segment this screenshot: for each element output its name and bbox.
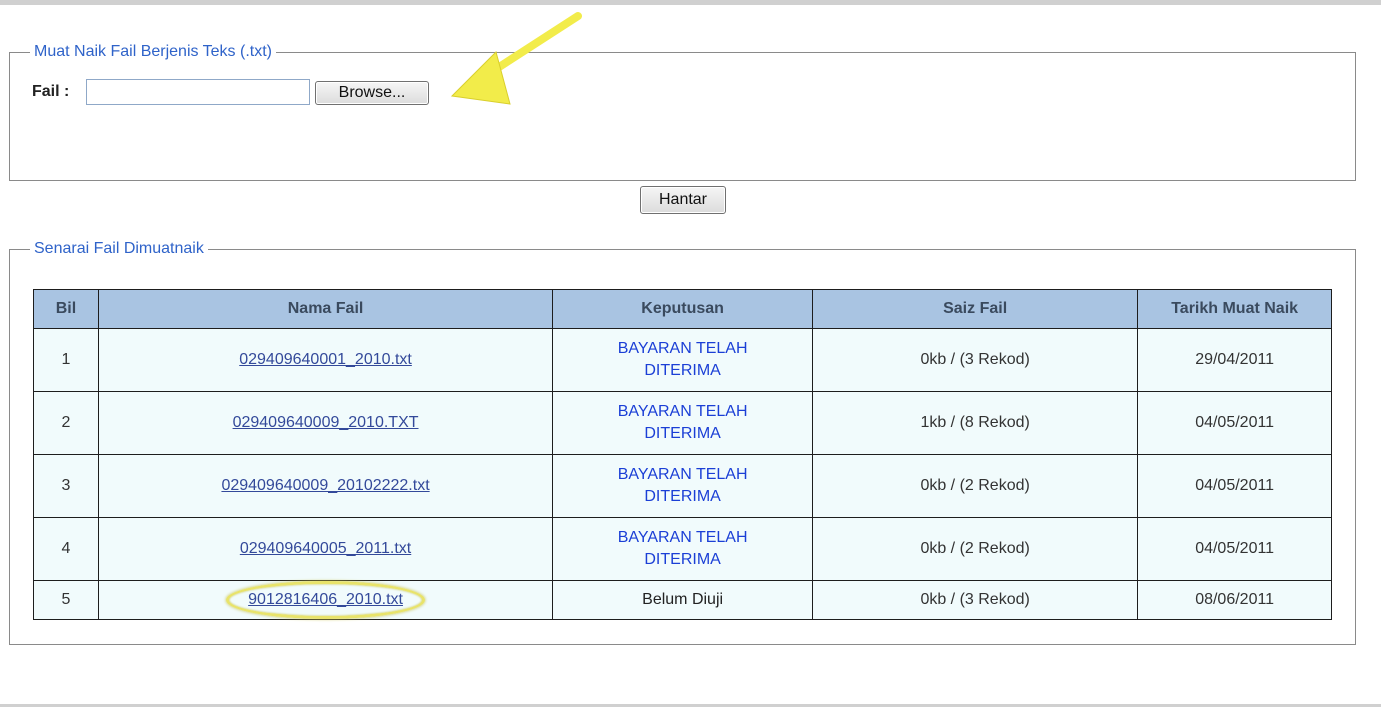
- upload-legend: Muat Naik Fail Berjenis Teks (.txt): [34, 43, 272, 60]
- upload-date: 29/04/2011: [1137, 328, 1332, 392]
- upload-date: 04/05/2011: [1137, 517, 1332, 581]
- status-cell: BAYARAN TELAH DITERIMA: [552, 454, 813, 518]
- row-number: 5: [33, 580, 99, 620]
- upload-date: 04/05/2011: [1137, 391, 1332, 455]
- column-header-tarikh: Tarikh Muat Naik: [1137, 289, 1332, 329]
- top-border: [0, 0, 1381, 5]
- status-cell: BAYARAN TELAH DITERIMA: [552, 391, 813, 455]
- column-header-saiz-fail: Saiz Fail: [811, 289, 1139, 329]
- column-header-keputusan: Keputusan: [552, 289, 813, 329]
- file-name-cell: 029409640001_2010.txt: [97, 328, 554, 392]
- annotation-circle-highlight: [226, 581, 425, 619]
- row-number: 4: [33, 517, 99, 581]
- status-text: Belum Diuji: [642, 591, 724, 608]
- status-text: BAYARAN TELAH DITERIMA: [617, 340, 748, 379]
- file-link[interactable]: 029409640001_2010.txt: [239, 351, 412, 368]
- column-header-bil: Bil: [33, 289, 99, 329]
- file-link[interactable]: 029409640009_20102222.txt: [221, 477, 429, 494]
- table-row: 2 029409640009_2010.TXT BAYARAN TELAH DI…: [33, 391, 1332, 455]
- table-row: 3 029409640009_20102222.txt BAYARAN TELA…: [33, 454, 1332, 518]
- upload-fieldset: Muat Naik Fail Berjenis Teks (.txt): [9, 43, 1356, 181]
- status-text: BAYARAN TELAH DITERIMA: [617, 529, 748, 568]
- column-header-nama-fail: Nama Fail: [97, 289, 554, 329]
- uploaded-files-legend: Senarai Fail Dimuatnaik: [34, 240, 204, 257]
- file-size: 0kb / (2 Rekod): [811, 517, 1139, 581]
- row-number: 1: [33, 328, 99, 392]
- row-number: 3: [33, 454, 99, 518]
- annotation-arrow-icon: [450, 12, 582, 105]
- table-row: 1 029409640001_2010.txt BAYARAN TELAH DI…: [33, 328, 1332, 392]
- file-link[interactable]: 029409640009_2010.TXT: [233, 414, 419, 431]
- status-cell: BAYARAN TELAH DITERIMA: [552, 328, 813, 392]
- file-name-cell: 029409640005_2011.txt: [97, 517, 554, 581]
- browse-button[interactable]: Browse...: [315, 81, 429, 105]
- upload-date: 04/05/2011: [1137, 454, 1332, 518]
- status-text: BAYARAN TELAH DITERIMA: [617, 403, 748, 442]
- file-link[interactable]: 029409640005_2011.txt: [240, 540, 411, 557]
- status-cell: BAYARAN TELAH DITERIMA: [552, 517, 813, 581]
- hantar-submit-button[interactable]: Hantar: [640, 186, 726, 214]
- table-row: 5 9012816406_2010.txt Belum Diuji 0kb / …: [33, 580, 1332, 620]
- file-path-input[interactable]: [86, 79, 310, 105]
- uploaded-files-table: Bil Nama Fail Keputusan Saiz Fail Tarikh…: [33, 289, 1332, 620]
- file-size: 0kb / (3 Rekod): [811, 328, 1139, 392]
- status-cell: Belum Diuji: [552, 580, 813, 620]
- row-number: 2: [33, 391, 99, 455]
- file-name-cell: 029409640009_2010.TXT: [97, 391, 554, 455]
- table-header-row: Bil Nama Fail Keputusan Saiz Fail Tarikh…: [33, 289, 1332, 329]
- file-size: 1kb / (8 Rekod): [811, 391, 1139, 455]
- file-size: 0kb / (2 Rekod): [811, 454, 1139, 518]
- file-label: Fail :: [32, 83, 70, 100]
- file-name-cell: 029409640009_20102222.txt: [97, 454, 554, 518]
- highlighted-file-wrapper: 9012816406_2010.txt: [226, 581, 425, 619]
- table-row: 4 029409640005_2011.txt BAYARAN TELAH DI…: [33, 517, 1332, 581]
- file-size: 0kb / (3 Rekod): [811, 580, 1139, 620]
- status-text: BAYARAN TELAH DITERIMA: [617, 466, 748, 505]
- upload-date: 08/06/2011: [1137, 580, 1332, 620]
- file-name-cell: 9012816406_2010.txt: [97, 580, 554, 620]
